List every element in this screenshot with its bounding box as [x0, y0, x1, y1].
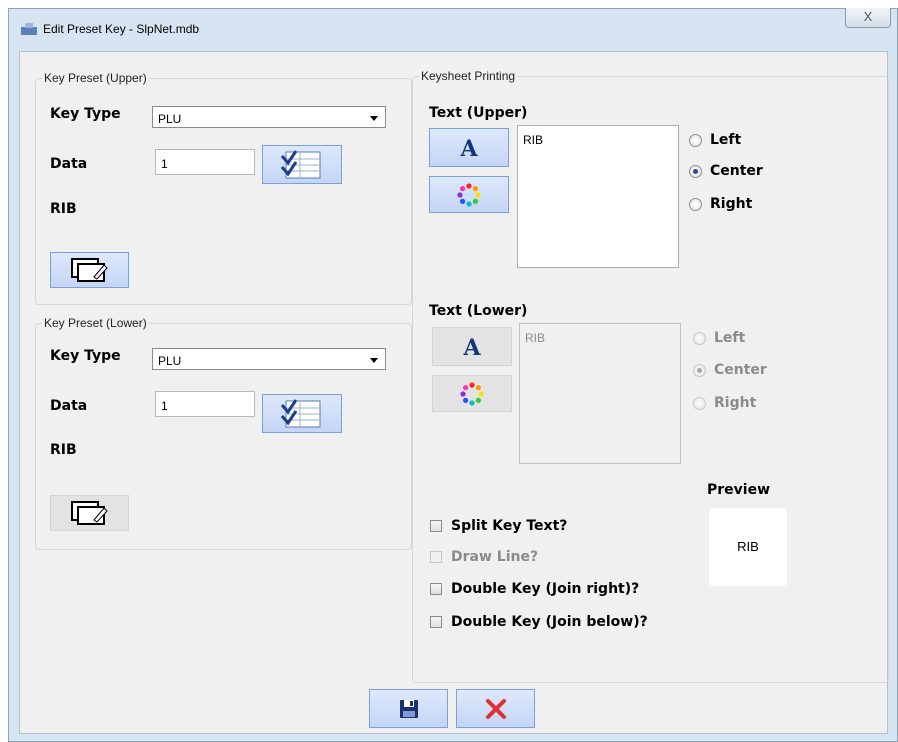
radio-label: Left: [714, 330, 746, 346]
title-bar: Edit Preset Key - SlpNet.mdb X: [9, 8, 897, 51]
align-lower-center-radio[interactable]: Center: [693, 362, 767, 378]
text-upper-label: Text (Upper): [429, 105, 528, 121]
cancel-icon: [485, 698, 506, 719]
key-preset-lower-group: Key Preset (Lower) Key Type PLU Data 1 R…: [35, 316, 412, 550]
radio-dot: [693, 332, 706, 345]
checkbox-box: [430, 583, 442, 595]
radio-dot: [689, 134, 702, 147]
key-type-select[interactable]: PLU: [152, 106, 386, 128]
preview-text: RIB: [737, 539, 759, 554]
data-lookup-button[interactable]: [262, 394, 342, 433]
radio-label: Right: [710, 196, 753, 212]
window-title: Edit Preset Key - SlpNet.mdb: [43, 22, 200, 36]
text-lower-value: RIB: [525, 331, 546, 345]
font-icon: A: [459, 137, 478, 159]
edit-window-icon: [70, 258, 108, 282]
dialog-window: Edit Preset Key - SlpNet.mdb X Key Prese…: [8, 8, 898, 742]
checkbox-label: Draw Line?: [451, 549, 539, 565]
app-icon: [21, 23, 37, 35]
data-input[interactable]: 1: [155, 391, 255, 417]
list-select-icon: [280, 149, 321, 178]
edit-button[interactable]: [50, 495, 129, 531]
radio-label: Left: [710, 132, 742, 148]
save-button[interactable]: [369, 689, 448, 728]
checkbox-box: [430, 520, 442, 532]
edit-button[interactable]: [50, 252, 129, 288]
radio-label: Right: [714, 395, 757, 411]
group-title: Key Preset (Lower): [42, 316, 149, 330]
edit-window-icon: [70, 501, 108, 525]
checkbox-label: Split Key Text?: [451, 518, 568, 534]
data-value: 1: [161, 399, 168, 413]
radio-dot: [693, 397, 706, 410]
data-value: 1: [161, 157, 168, 171]
radio-dot: [689, 198, 702, 211]
preview-box: RIB: [709, 508, 787, 586]
data-input[interactable]: 1: [155, 149, 255, 175]
data-label: Data: [50, 156, 88, 172]
draw-line-checkbox[interactable]: Draw Line?: [430, 549, 538, 565]
align-upper-right-radio[interactable]: Right: [689, 196, 752, 212]
chevron-down-icon: [370, 116, 378, 121]
list-select-icon: [280, 398, 321, 427]
text-upper-box[interactable]: RIB: [517, 125, 679, 268]
color-wheel-icon: [457, 182, 481, 207]
text-lower-label: Text (Lower): [429, 303, 528, 319]
key-type-label: Key Type: [50, 106, 121, 122]
preview-label: Preview: [707, 482, 771, 498]
data-label: Data: [50, 398, 88, 414]
key-type-select[interactable]: PLU: [152, 348, 386, 370]
result-label: RIB: [50, 442, 77, 458]
align-upper-left-radio[interactable]: Left: [689, 132, 741, 148]
color-upper-button[interactable]: [429, 176, 509, 213]
double-key-right-checkbox[interactable]: Double Key (Join right)?: [430, 581, 639, 597]
radio-dot: [689, 165, 702, 178]
font-icon: A: [462, 336, 481, 358]
close-icon: X: [863, 9, 873, 24]
dialog-client-area: Key Preset (Upper) Key Type PLU Data 1 R…: [19, 51, 889, 734]
checkbox-box: [430, 551, 442, 563]
data-lookup-button[interactable]: [262, 145, 342, 184]
radio-dot: [693, 364, 706, 377]
align-lower-left-radio[interactable]: Left: [693, 330, 745, 346]
key-type-value: PLU: [158, 354, 182, 368]
key-type-label: Key Type: [50, 348, 121, 364]
key-type-value: PLU: [158, 112, 182, 126]
text-upper-value: RIB: [523, 133, 544, 147]
color-wheel-icon: [460, 381, 484, 406]
split-key-text-checkbox[interactable]: Split Key Text?: [430, 518, 567, 534]
group-title: Key Preset (Upper): [42, 71, 149, 85]
align-lower-right-radio[interactable]: Right: [693, 395, 756, 411]
save-icon: [399, 699, 418, 718]
key-preset-upper-group: Key Preset (Upper) Key Type PLU Data 1 R…: [35, 71, 412, 305]
svg-text:A: A: [459, 137, 478, 159]
checkbox-label: Double Key (Join right)?: [451, 581, 640, 597]
chevron-down-icon: [370, 358, 378, 363]
svg-text:A: A: [462, 336, 481, 358]
radio-label: Center: [710, 163, 763, 179]
radio-label: Center: [714, 362, 767, 378]
group-title: Keysheet Printing: [419, 69, 518, 83]
checkbox-label: Double Key (Join below)?: [451, 614, 648, 630]
font-lower-button[interactable]: A: [432, 327, 512, 366]
close-button[interactable]: X: [845, 8, 891, 28]
result-label: RIB: [50, 201, 77, 217]
checkbox-box: [430, 616, 442, 628]
color-lower-button[interactable]: [432, 375, 512, 412]
keysheet-printing-group: Keysheet Printing Text (Upper) A RIB Lef…: [412, 69, 889, 683]
text-lower-box[interactable]: RIB: [519, 323, 681, 464]
cancel-button[interactable]: [456, 689, 535, 728]
double-key-below-checkbox[interactable]: Double Key (Join below)?: [430, 614, 648, 630]
font-upper-button[interactable]: A: [429, 128, 509, 167]
align-upper-center-radio[interactable]: Center: [689, 163, 763, 179]
